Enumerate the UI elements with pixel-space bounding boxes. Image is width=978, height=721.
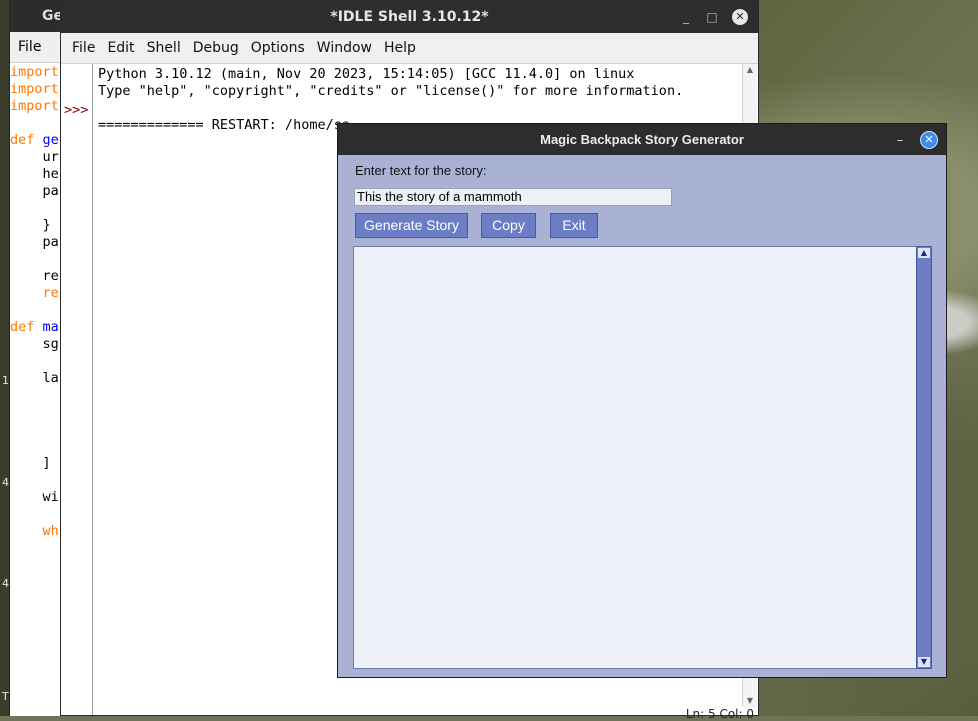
menu-edit[interactable]: Edit <box>101 40 140 56</box>
shell-title: *IDLE Shell 3.10.12* <box>330 9 489 25</box>
story-text-input[interactable]: This the story of a mammoth <box>354 188 672 206</box>
copy-button[interactable]: Copy <box>481 213 536 238</box>
dialog-close-button[interactable]: ✕ <box>920 131 938 149</box>
output-line: Python 3.10.12 (main, Nov 20 2023, 15:14… <box>98 66 635 82</box>
story-output-area[interactable] <box>353 246 917 669</box>
story-generator-window[interactable]: Magic Backpack Story Generator – ✕ Enter… <box>337 123 947 678</box>
shell-titlebar[interactable]: *IDLE Shell 3.10.12* _ □ ✕ <box>61 1 758 33</box>
shell-gutter: >>> <box>61 64 93 715</box>
editor-menu-file[interactable]: File <box>18 39 41 55</box>
scroll-down-icon[interactable]: ▼ <box>918 657 930 667</box>
output-line: Type "help", "copyright", "credits" or "… <box>98 83 684 99</box>
menu-debug[interactable]: Debug <box>187 40 245 56</box>
close-button[interactable]: ✕ <box>732 9 748 25</box>
menu-window[interactable]: Window <box>311 40 378 56</box>
minimize-button[interactable]: _ <box>676 1 696 33</box>
menu-shell[interactable]: Shell <box>141 40 187 56</box>
story-prompt-label: Enter text for the story: <box>355 163 487 178</box>
exit-button[interactable]: Exit <box>550 213 598 238</box>
generate-story-button[interactable]: Generate Story <box>355 213 468 238</box>
menu-options[interactable]: Options <box>245 40 311 56</box>
dialog-minimize-button[interactable]: – <box>892 124 908 157</box>
shell-prompt: >>> <box>64 102 89 118</box>
shell-menubar: File Edit Shell Debug Options Window Help <box>61 33 758 64</box>
desktop-edge-label: T <box>2 690 9 703</box>
shell-status: Ln: 5 Col: 0 <box>685 707 754 721</box>
menu-file[interactable]: File <box>66 40 101 56</box>
dialog-title: Magic Backpack Story Generator <box>540 132 744 147</box>
scroll-up-icon[interactable]: ▲ <box>743 64 757 76</box>
scroll-down-icon[interactable]: ▼ <box>743 695 757 707</box>
desktop-edge-label: 4 <box>2 476 9 489</box>
scroll-up-icon[interactable]: ▲ <box>918 248 930 258</box>
desktop-edge-label: 4 <box>2 577 9 590</box>
dialog-titlebar[interactable]: Magic Backpack Story Generator – ✕ <box>338 124 946 155</box>
maximize-button[interactable]: □ <box>702 1 722 33</box>
story-scrollbar[interactable]: ▲ ▼ <box>916 246 932 669</box>
menu-help[interactable]: Help <box>378 40 422 56</box>
desktop-edge-label: 1 <box>2 374 9 387</box>
